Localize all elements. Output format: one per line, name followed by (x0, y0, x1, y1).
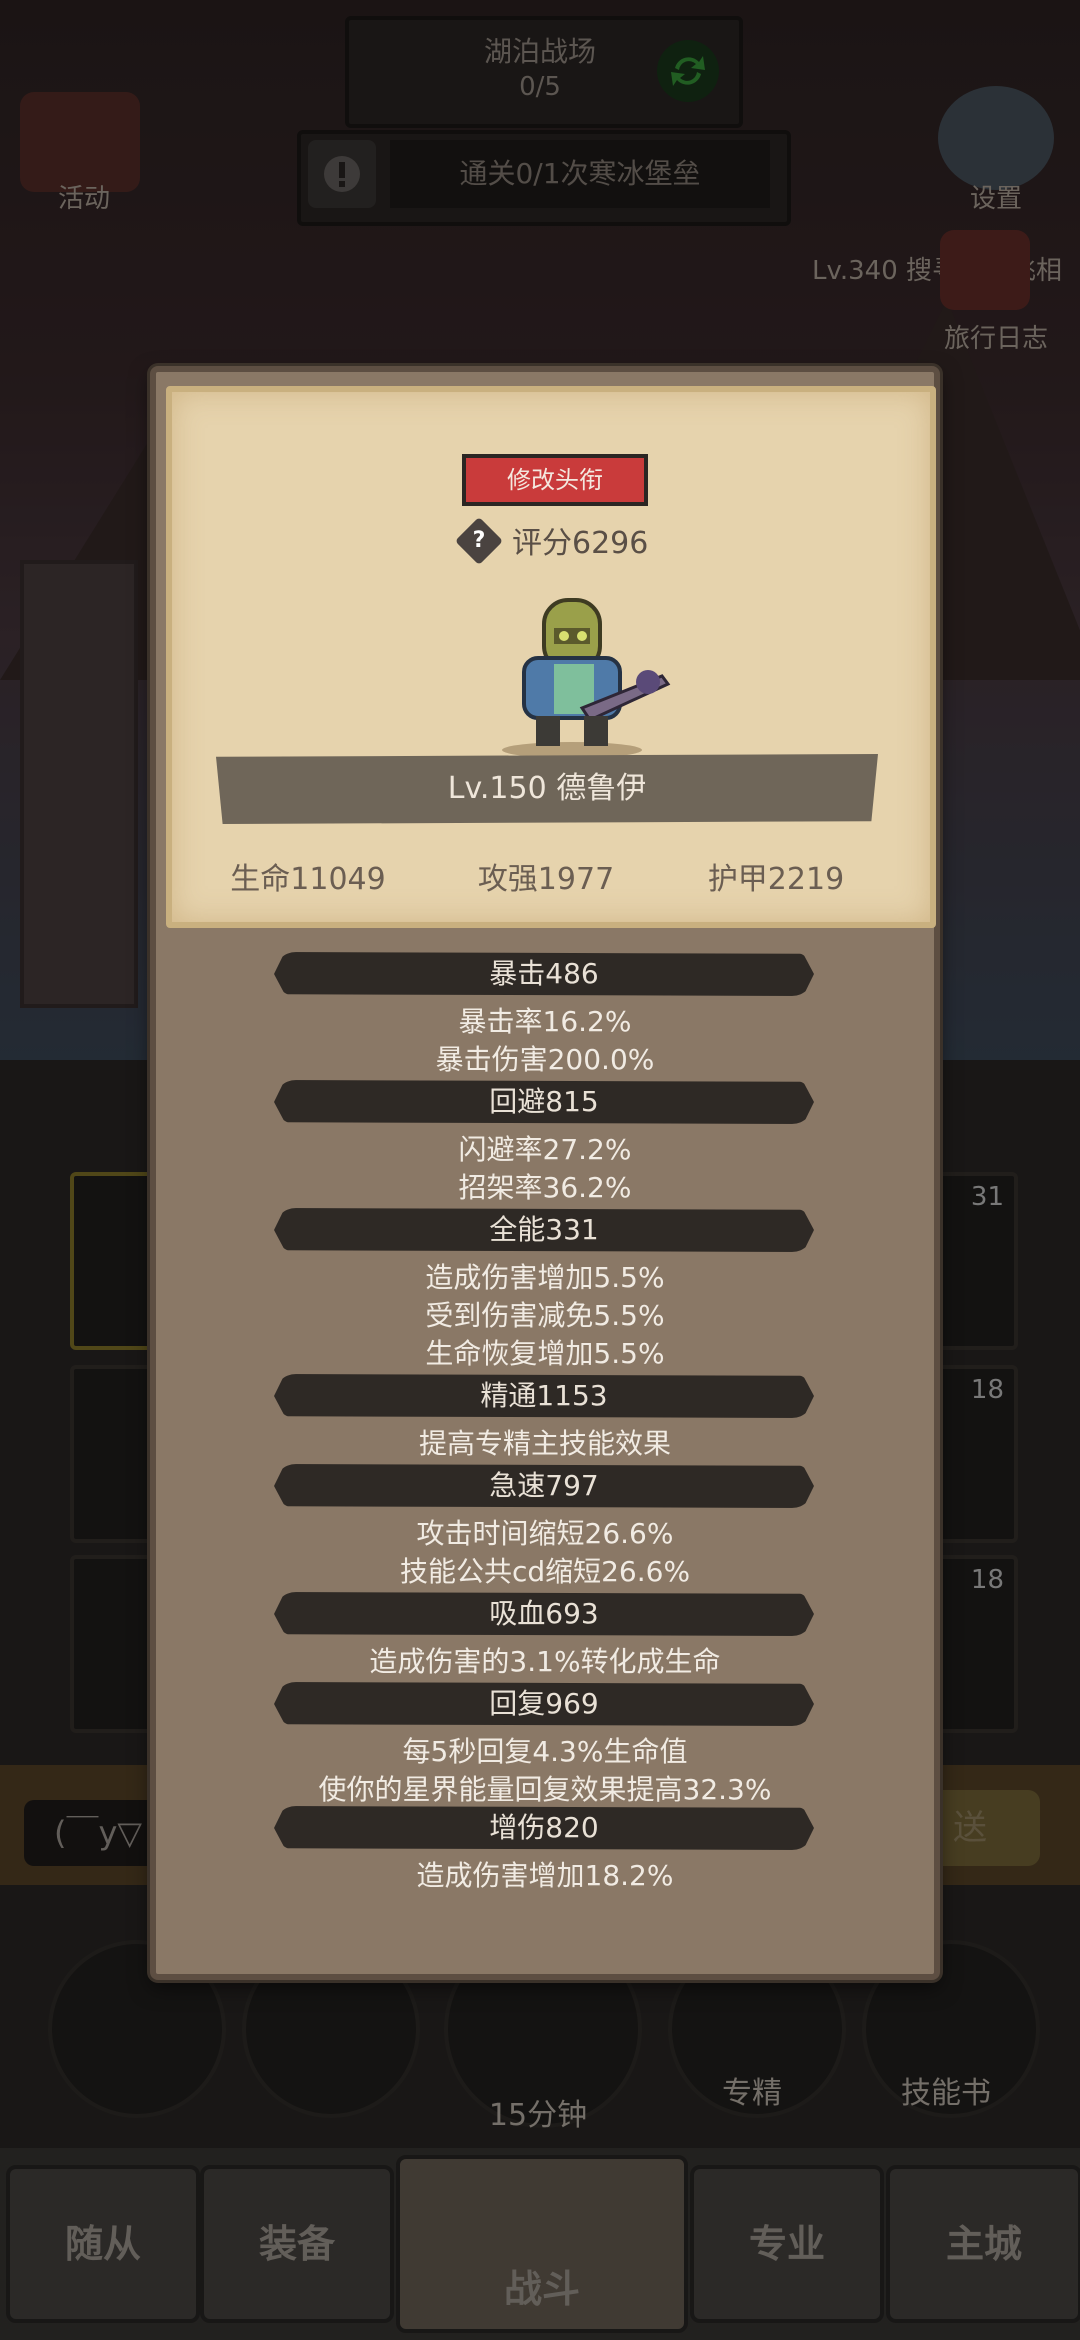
stat-header-versatility: 全能331 (274, 1208, 814, 1252)
stat-detail: 造成伤害增加5.5% (425, 1261, 665, 1294)
attack-power-stat: 攻强1977 (477, 862, 615, 897)
stat-header-haste: 急速797 (274, 1464, 814, 1508)
edit-title-button[interactable]: 修改头衔 (462, 454, 648, 506)
stat-detail: 攻击时间缩短26.6% (416, 1517, 674, 1550)
stat-header-regen: 回复969 (274, 1682, 814, 1726)
score-text: 评分6296 (512, 526, 649, 561)
stat-header-mastery: 精通1153 (274, 1374, 814, 1418)
stat-detail: 技能公共cd缩短26.6% (399, 1555, 691, 1588)
stat-detail: 暴击率16.2% (458, 1005, 632, 1038)
stat-detail: 生命恢复增加5.5% (425, 1337, 665, 1370)
hero-portrait (502, 598, 671, 758)
stat-header-crit: 暴击486 (274, 952, 814, 996)
stat-header-avoidance: 回避815 (274, 1080, 814, 1124)
health-stat: 生命11049 (230, 862, 386, 897)
stat-detail: 使你的星界能量回复效果提高32.3% (318, 1773, 772, 1806)
armor-stat: 护甲2219 (707, 862, 845, 897)
stat-header-damage-bonus: 增伤820 (274, 1806, 814, 1850)
stat-detail: 招架率36.2% (458, 1171, 632, 1204)
character-stats-panel: 修改头衔 ? 评分6296 Lv.150 德鲁伊 生命11049 攻强1977 … (150, 366, 940, 1980)
question-icon[interactable]: ? (454, 516, 504, 566)
stat-detail: 闪避率27.2% (458, 1133, 632, 1166)
stat-detail: 每5秒回复4.3%生命值 (402, 1735, 688, 1768)
stat-header-lifesteal: 吸血693 (274, 1592, 814, 1636)
question-glyph: ? (472, 528, 486, 553)
stat-detail: 暴击伤害200.0% (435, 1043, 655, 1076)
character-card: 修改头衔 ? 评分6296 Lv.150 德鲁伊 生命11049 攻强1977 … (166, 386, 936, 928)
stat-detail: 造成伤害的3.1%转化成生命 (369, 1645, 721, 1678)
hero-name: Lv.150 德鲁伊 (216, 754, 878, 824)
stat-detail: 提高专精主技能效果 (418, 1427, 671, 1460)
stat-detail: 受到伤害减免5.5% (425, 1299, 665, 1332)
stat-detail: 造成伤害增加18.2% (416, 1859, 674, 1892)
